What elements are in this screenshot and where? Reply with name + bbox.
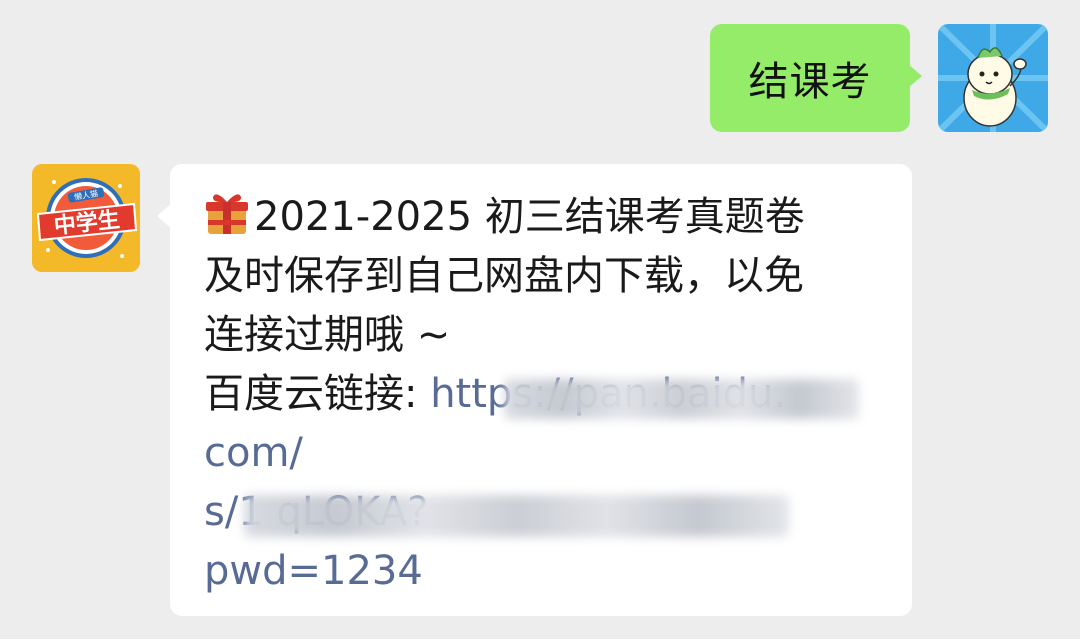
message-line-2: 及时保存到自己网盘内下载，以免 [204,253,804,299]
message-line-6: s/1 qLOKA? [204,483,886,542]
link-part-4[interactable]: pwd=1234 [204,542,886,601]
middle-school-logo-avatar[interactable]: 懒人猫 中学生 [32,164,140,272]
blur-redaction-1 [504,379,859,419]
message-line-3: 连接过期哦 ~ [204,312,451,358]
gift-icon [206,194,248,234]
blur-redaction-2 [244,495,789,537]
link-prefix: 百度云链接: [204,371,431,417]
mascot-avatar[interactable] [938,24,1048,132]
outgoing-message-bubble[interactable]: 结课考 [710,24,922,132]
incoming-message-bubble[interactable]: 2021-2025 初三结课考真题卷 及时保存到自己网盘内下载，以免 连接过期哦… [157,164,912,616]
mascot-icon [938,24,1048,132]
middle-school-logo-icon: 懒人猫 中学生 [32,164,140,272]
chat-window: 结课考 懒人猫 中学生 2021-2025 初三结课考真题卷 及时保存到自己网盘… [0,0,1080,639]
message-line-4: 百度云链接: https://pan.baidu. [204,365,886,424]
outgoing-message-text: 结课考 [748,59,872,105]
message-line-1: 2021-2025 初三结课考真题卷 [204,188,886,247]
message-line-1-text: 2021-2025 初三结课考真题卷 [254,194,805,240]
link-part-2[interactable]: com/ [204,424,886,483]
